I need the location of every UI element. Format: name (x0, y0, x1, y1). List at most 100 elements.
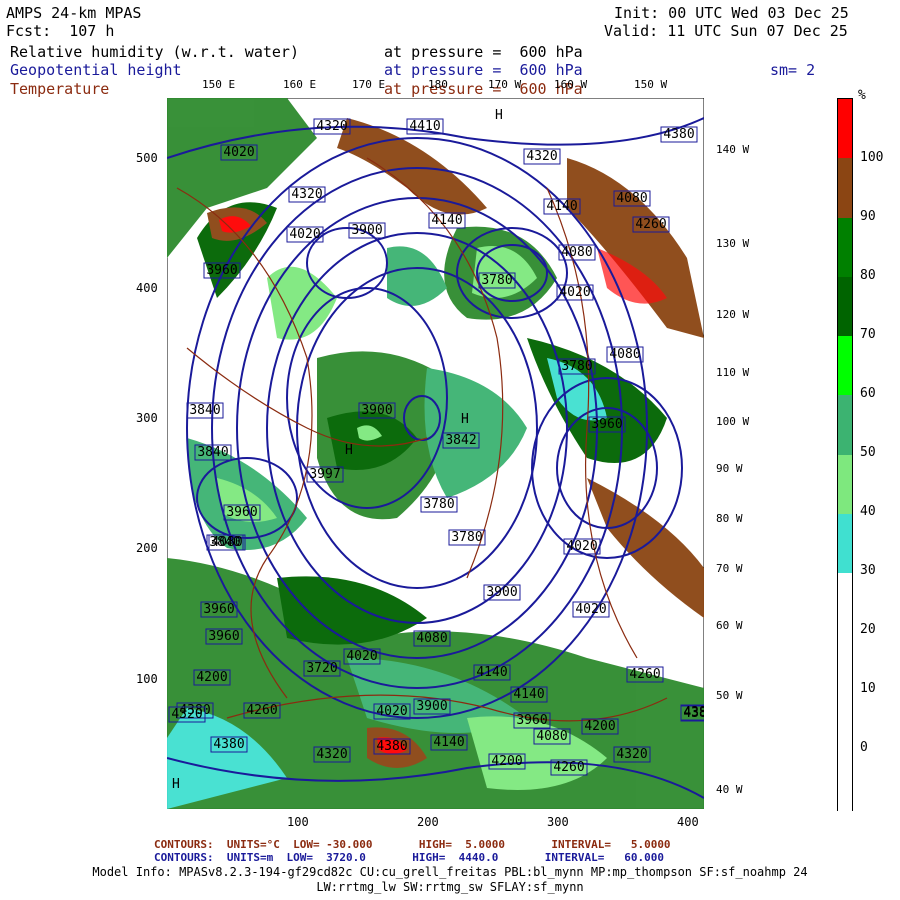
height-contour-label: 4260 (550, 759, 588, 776)
y-tick-label: 500 (136, 151, 158, 165)
colorbar-segment (838, 158, 852, 218)
high-marker: H (495, 108, 503, 123)
svg-text:4320: 4320 (316, 747, 347, 762)
svg-text:4380: 4380 (376, 739, 407, 754)
height-contour-label: 4260 (626, 666, 664, 683)
init-time: Init: 00 UTC Wed 03 Dec 25 (614, 4, 849, 22)
model-info-line2: LW:rrtmg_lw SW:rrtmg_sw SFLAY:sf_mynn (316, 880, 584, 894)
height-contour-label: 3780 (448, 529, 486, 546)
svg-text:4140: 4140 (513, 687, 544, 702)
svg-text:3780: 3780 (451, 530, 482, 545)
svg-text:3780: 3780 (423, 497, 454, 512)
svg-text:3997: 3997 (309, 467, 340, 482)
colorbar (837, 98, 853, 811)
svg-text:4080: 4080 (416, 631, 447, 646)
smoothing-label: sm= 2 (770, 61, 816, 79)
lon-label-right: 60 W (716, 619, 743, 632)
lon-label-top: 180 (428, 78, 448, 91)
height-contour-label: 3780 (420, 496, 458, 513)
field-height-label: Geopotential height (10, 61, 182, 79)
height-contour-label: 3840 (206, 534, 244, 551)
height-contour-label: 3720 (303, 660, 341, 677)
height-contour-label: 4020 (373, 703, 411, 720)
y-tick-label: 100 (136, 672, 158, 686)
svg-text:3840: 3840 (189, 403, 220, 418)
height-contour-label: 4380 (373, 738, 411, 755)
height-contour-label: 3900 (348, 222, 386, 239)
svg-text:4080: 4080 (561, 245, 592, 260)
colorbar-label: 20 (860, 622, 876, 637)
height-contour-label: 3842 (442, 432, 480, 449)
height-contour-label: 3960 (513, 712, 551, 729)
svg-text:4140: 4140 (431, 213, 462, 228)
high-marker: H (345, 443, 353, 458)
svg-text:3840: 3840 (209, 535, 240, 550)
svg-text:4080: 4080 (536, 729, 567, 744)
height-contour-label: 4140 (543, 198, 581, 215)
height-contour-label: 4020 (563, 538, 601, 555)
svg-text:4320: 4320 (316, 119, 347, 134)
svg-text:4320: 4320 (291, 187, 322, 202)
svg-text:3900: 3900 (351, 223, 382, 238)
valid-time: Valid: 11 UTC Sun 07 Dec 25 (604, 22, 848, 40)
colorbar-segment (838, 691, 852, 752)
lon-label-right: 110 W (716, 366, 750, 379)
colorbar-segment (838, 217, 852, 278)
height-contour-label: 3900 (413, 698, 451, 715)
colorbar-label: 50 (860, 445, 876, 460)
height-contour-label: 4320 (523, 148, 561, 165)
height-contour-label: 4260 (632, 216, 670, 233)
height-contour-label: 4320 (613, 746, 651, 763)
height-contour-label: 3900 (358, 402, 396, 419)
colorbar-label: 40 (860, 504, 876, 519)
colorbar-segment (838, 513, 852, 574)
svg-text:4200: 4200 (196, 670, 227, 685)
svg-text:4020: 4020 (559, 285, 590, 300)
map-plot: 4320 4410 4380 4020 4320 4320 4080 4140 4020 4260… (167, 98, 704, 809)
lon-label-right: 50 W (716, 689, 743, 702)
lon-label-right: 130 W (716, 237, 750, 250)
high-marker: H (172, 777, 180, 792)
height-contour-label: 4380 (680, 704, 704, 721)
field-temp-label: Temperature (10, 80, 110, 98)
svg-text:4320: 4320 (616, 747, 647, 762)
y-tick-label: 300 (136, 411, 158, 425)
svg-text:3900: 3900 (416, 699, 447, 714)
svg-text:4140: 4140 (476, 665, 507, 680)
height-contour-label: 4020 (556, 284, 594, 301)
height-contour-label: 4410 (406, 118, 444, 135)
svg-text:3960: 3960 (226, 505, 257, 520)
height-contour-label: 4380 (660, 126, 698, 143)
x-tick-label: 400 (677, 815, 699, 829)
svg-text:4020: 4020 (223, 145, 254, 160)
colorbar-segment (838, 750, 852, 811)
svg-text:3842: 3842 (445, 433, 476, 448)
svg-text:3720: 3720 (306, 661, 337, 676)
svg-text:4260: 4260 (553, 760, 584, 775)
colorbar-label: 100 (860, 150, 884, 165)
field-temp-pressure: at pressure = 600 hPa (384, 80, 583, 98)
svg-text:3900: 3900 (361, 403, 392, 418)
height-contour-label: 4200 (581, 718, 619, 735)
svg-text:4200: 4200 (584, 719, 615, 734)
lon-label-top: 160 E (283, 78, 317, 91)
svg-text:3900: 3900 (486, 585, 517, 600)
lon-label-top: 160 W (554, 78, 588, 91)
colorbar-label: 90 (860, 209, 876, 224)
svg-text:4260: 4260 (635, 217, 666, 232)
svg-text:4380: 4380 (663, 127, 694, 142)
height-contour-label: 3840 (194, 444, 232, 461)
svg-text:4140: 4140 (433, 735, 464, 750)
colorbar-label: 80 (860, 268, 876, 283)
lon-label-top: 150 W (634, 78, 668, 91)
x-tick-label: 300 (547, 815, 569, 829)
height-contour-label: 3960 (223, 504, 261, 521)
lon-label-right: 100 W (716, 415, 750, 428)
colorbar-segment (838, 454, 852, 515)
colorbar-segment (838, 336, 852, 396)
height-contour-label: 4260 (243, 702, 281, 719)
lon-label-right: 40 W (716, 783, 743, 796)
colorbar-unit: % (858, 88, 866, 103)
lon-label-right: 90 W (716, 462, 743, 475)
height-contour-label: 3960 (203, 262, 241, 279)
